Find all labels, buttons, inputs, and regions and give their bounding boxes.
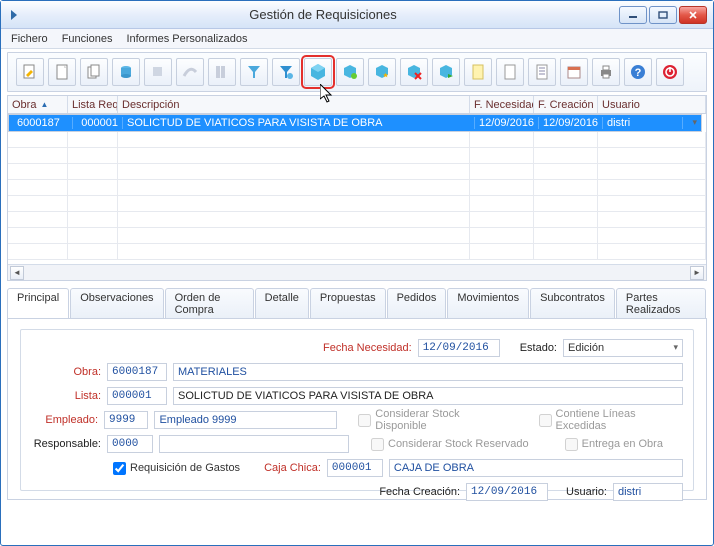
col-necesidad[interactable]: F. Necesidad (470, 96, 534, 113)
tab-movimientos[interactable]: Movimientos (447, 288, 529, 319)
chk-stock-disponible[interactable]: Considerar Stock Disponible (358, 408, 507, 432)
col-obra[interactable]: Obra (8, 96, 68, 113)
cell-usr: distri (603, 117, 683, 129)
cube-star-icon[interactable] (368, 58, 396, 86)
table-row[interactable]: 6000187 000001 SOLICTUD DE VIATICOS PARA… (8, 114, 702, 132)
menu-funciones[interactable]: Funciones (62, 33, 113, 45)
field-usuario[interactable]: distri (613, 483, 683, 501)
col-lista[interactable]: Lista Req. (68, 96, 118, 113)
cube-add-icon[interactable] (336, 58, 364, 86)
label-empleado: Empleado: (31, 414, 98, 426)
new-page-icon[interactable] (48, 58, 76, 86)
scroll-right-icon[interactable]: ► (690, 266, 704, 280)
tab-detalle[interactable]: Detalle (255, 288, 309, 319)
grid-hscroll[interactable]: ◄ ► (8, 264, 706, 280)
tab-principal[interactable]: Principal (7, 288, 69, 319)
col-desc[interactable]: Descripción (118, 96, 470, 113)
close-button[interactable] (679, 6, 707, 24)
tab-panel-principal: Fecha Necesidad: 12/09/2016 Estado: Edic… (7, 318, 707, 500)
field-lista-name[interactable]: SOLICTUD DE VIATICOS PARA VISISTA DE OBR… (173, 387, 683, 405)
filter-blue-icon[interactable] (272, 58, 300, 86)
cube-highlight-icon[interactable] (304, 58, 332, 86)
label-obra: Obra: (31, 366, 101, 378)
menubar: Fichero Funciones Informes Personalizado… (1, 29, 713, 49)
power-icon[interactable] (656, 58, 684, 86)
filter-icon[interactable] (240, 58, 268, 86)
chk-entrega-obra[interactable]: Entrega en Obra (565, 438, 663, 451)
db-cylinder-icon[interactable] (112, 58, 140, 86)
cell-obra: 6000187 (13, 117, 73, 129)
chk-lineas-excedidas[interactable]: Contiene Líneas Excedidas (539, 408, 683, 432)
svg-text:?: ? (635, 67, 642, 79)
tab-partes[interactable]: Partes Realizados (616, 288, 706, 319)
tab-subcontratos[interactable]: Subcontratos (530, 288, 615, 319)
edit-pencil-icon[interactable] (16, 58, 44, 86)
menu-fichero[interactable]: Fichero (11, 33, 48, 45)
cell-desc: SOLICTUD DE VIATICOS PARA VISISTA DE OBR… (123, 117, 475, 129)
field-fecha-necesidad[interactable]: 12/09/2016 (418, 339, 500, 357)
field-empleado-name[interactable]: Empleado 9999 (154, 411, 336, 429)
swoosh-icon[interactable] (176, 58, 204, 86)
label-usuario: Usuario: (566, 486, 607, 498)
tab-propuestas[interactable]: Propuestas (310, 288, 386, 319)
minimize-button[interactable] (619, 6, 647, 24)
titlebar: Gestión de Requisiciones (1, 1, 713, 29)
page-yellow-icon[interactable] (464, 58, 492, 86)
tab-observaciones[interactable]: Observaciones (70, 288, 163, 319)
window-buttons (619, 6, 707, 24)
page-lines-icon[interactable] (528, 58, 556, 86)
label-fecha-necesidad: Fecha Necesidad: (323, 342, 412, 354)
label-lista: Lista: (31, 390, 101, 402)
col-creacion[interactable]: F. Creación (534, 96, 598, 113)
copy-icon[interactable] (80, 58, 108, 86)
field-obra-code[interactable]: 6000187 (107, 363, 167, 381)
select-estado[interactable]: Edición (563, 339, 683, 357)
field-caja-chica-name[interactable]: CAJA DE OBRA (389, 459, 683, 477)
detail-tabs: Principal Observaciones Orden de Compra … (7, 287, 707, 500)
puzzle-icon[interactable] (144, 58, 172, 86)
page-white-icon[interactable] (496, 58, 524, 86)
cell-nec: 12/09/2016 (475, 117, 539, 129)
scroll-left-icon[interactable]: ◄ (10, 266, 24, 280)
chk-requisicion-gastos[interactable]: Requisición de Gastos (113, 462, 240, 475)
cube-arrow-icon[interactable] (432, 58, 460, 86)
cube-x-icon[interactable] (400, 58, 428, 86)
cell-lista: 000001 (73, 117, 123, 129)
tab-pedidos[interactable]: Pedidos (387, 288, 447, 319)
toolbar: ? (7, 52, 707, 92)
field-lista-code[interactable]: 000001 (107, 387, 167, 405)
series-icon[interactable] (208, 58, 236, 86)
calendar-icon[interactable] (560, 58, 588, 86)
app-icon (7, 7, 23, 23)
field-responsable-code[interactable]: 0000 (107, 435, 153, 453)
field-obra-name[interactable]: MATERIALES (173, 363, 683, 381)
tab-orden[interactable]: Orden de Compra (165, 288, 254, 319)
label-responsable: Responsable: (31, 438, 101, 450)
field-responsable-name[interactable] (159, 435, 349, 453)
label-caja-chica: Caja Chica: (264, 462, 321, 474)
grid-header: Obra Lista Req. Descripción F. Necesidad… (8, 96, 706, 114)
window-title: Gestión de Requisiciones (27, 7, 619, 22)
requisition-grid: Obra Lista Req. Descripción F. Necesidad… (7, 95, 707, 281)
field-caja-chica-code[interactable]: 000001 (327, 459, 383, 477)
grid-body[interactable]: 6000187 000001 SOLICTUD DE VIATICOS PARA… (8, 114, 706, 264)
label-fecha-creacion: Fecha Creación: (379, 486, 460, 498)
help-icon[interactable]: ? (624, 58, 652, 86)
chk-stock-reservado[interactable]: Considerar Stock Reservado (371, 438, 529, 451)
field-fecha-creacion[interactable]: 12/09/2016 (466, 483, 548, 501)
maximize-button[interactable] (649, 6, 677, 24)
printer-icon[interactable] (592, 58, 620, 86)
field-empleado-code[interactable]: 9999 (104, 411, 148, 429)
menu-informes[interactable]: Informes Personalizados (126, 33, 247, 45)
cell-crea: 12/09/2016 (539, 117, 603, 129)
label-estado: Estado: (520, 342, 557, 354)
col-usuario[interactable]: Usuario (598, 96, 706, 113)
